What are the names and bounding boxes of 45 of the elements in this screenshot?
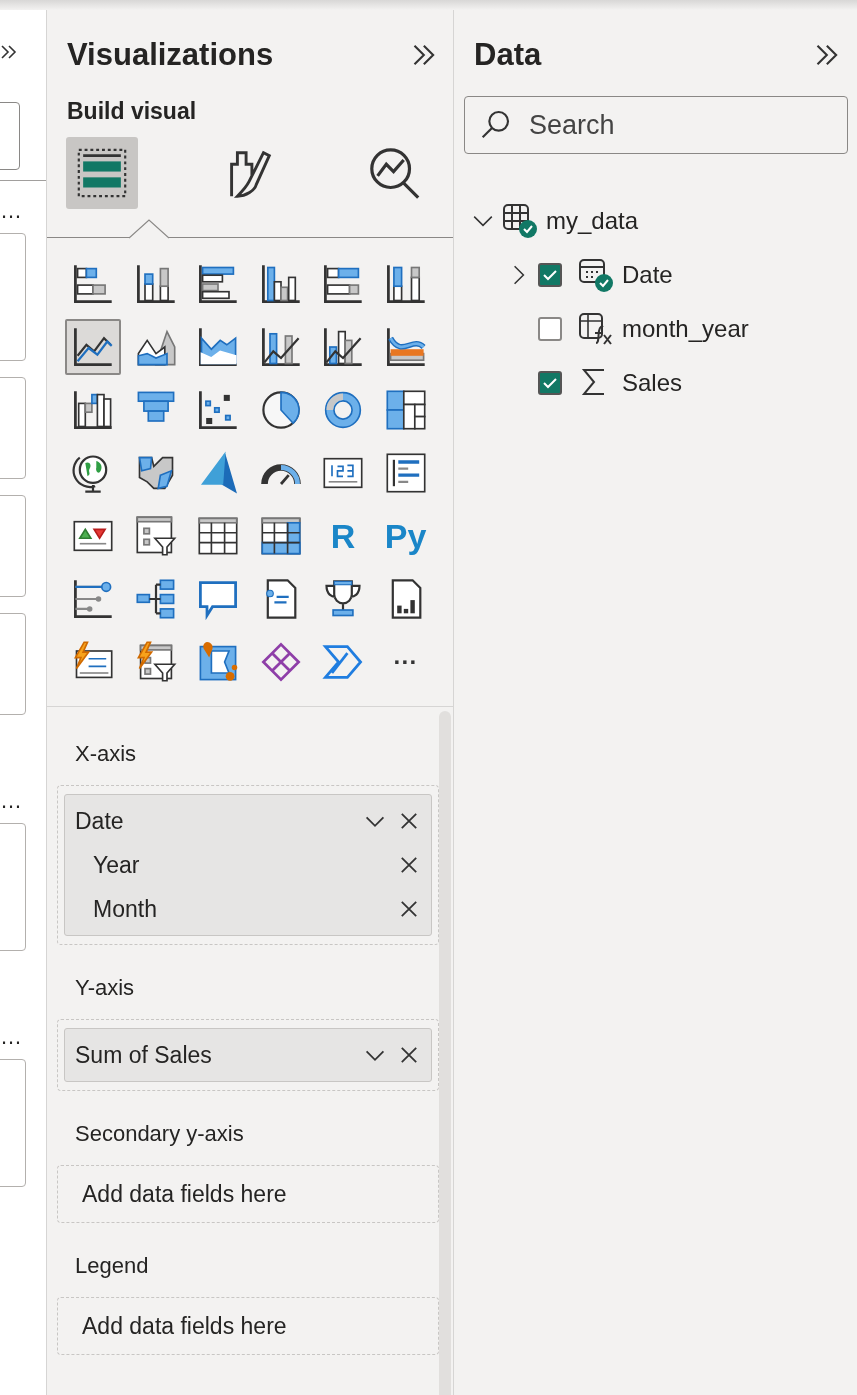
- scrollbar[interactable]: [439, 711, 451, 1395]
- scatter-chart-icon: [196, 388, 240, 432]
- hierarchy-level-name: Month: [92, 895, 158, 923]
- field-well-label: X-axis: [74, 740, 138, 768]
- field-name: Sum of Sales: [75, 1041, 213, 1069]
- line-chart-button[interactable]: [65, 319, 121, 375]
- checkbox[interactable]: [538, 317, 562, 341]
- clustered-bar-chart-icon: [196, 262, 240, 306]
- field-well-drop-zone[interactable]: Sum of Sales: [57, 1019, 439, 1091]
- build-visual-tab[interactable]: [66, 137, 138, 209]
- table-name[interactable]: my_data: [546, 207, 639, 235]
- field-well-label: Y-axis: [74, 974, 136, 1002]
- section-heading: Build visual: [67, 98, 197, 125]
- field-well-label: Secondary y-axis: [74, 1120, 245, 1148]
- search-icon: [480, 108, 512, 140]
- drop-zone-placeholder: Add data fields here: [81, 1312, 288, 1340]
- more-options-label[interactable]: …: [0, 1027, 22, 1047]
- pane-title: Data: [474, 37, 542, 73]
- field-name[interactable]: Sales: [622, 369, 683, 397]
- pane-title: Visualizations: [67, 37, 274, 73]
- field-pill[interactable]: Sum of Sales: [64, 1028, 432, 1082]
- stacked-area-chart-icon: [196, 325, 240, 369]
- key-influencers-icon: [71, 577, 115, 621]
- line-and-column-chart-icon: [321, 325, 365, 369]
- checkbox[interactable]: [538, 371, 562, 395]
- python-visual-button[interactable]: Py: [377, 508, 434, 564]
- field-name[interactable]: Date: [622, 261, 673, 289]
- search-field[interactable]: Search: [464, 96, 848, 154]
- field-name[interactable]: month_year: [622, 315, 749, 343]
- line-chart-icon: [71, 325, 115, 369]
- slicer-icon: [133, 514, 178, 558]
- treemap-chart-icon: [383, 388, 428, 432]
- more-options-label[interactable]: …: [0, 201, 22, 221]
- drop-zone-placeholder: Add data fields here: [81, 1180, 288, 1208]
- field-well-label: Legend: [74, 1252, 150, 1280]
- checkbox[interactable]: [538, 263, 562, 287]
- hierarchy-level-name: Year: [92, 851, 141, 879]
- full-stacked-bar-chart-icon: [321, 262, 365, 306]
- more-options-label[interactable]: …: [0, 791, 22, 811]
- r-visual-button[interactable]: R: [315, 508, 371, 564]
- stacked-bar-chart-icon: [71, 262, 115, 306]
- field-name: Date: [75, 807, 125, 835]
- more-visuals-button[interactable]: ···: [377, 634, 434, 690]
- multi-row-card-icon: [383, 451, 428, 495]
- waterfall-chart-icon: [71, 388, 115, 432]
